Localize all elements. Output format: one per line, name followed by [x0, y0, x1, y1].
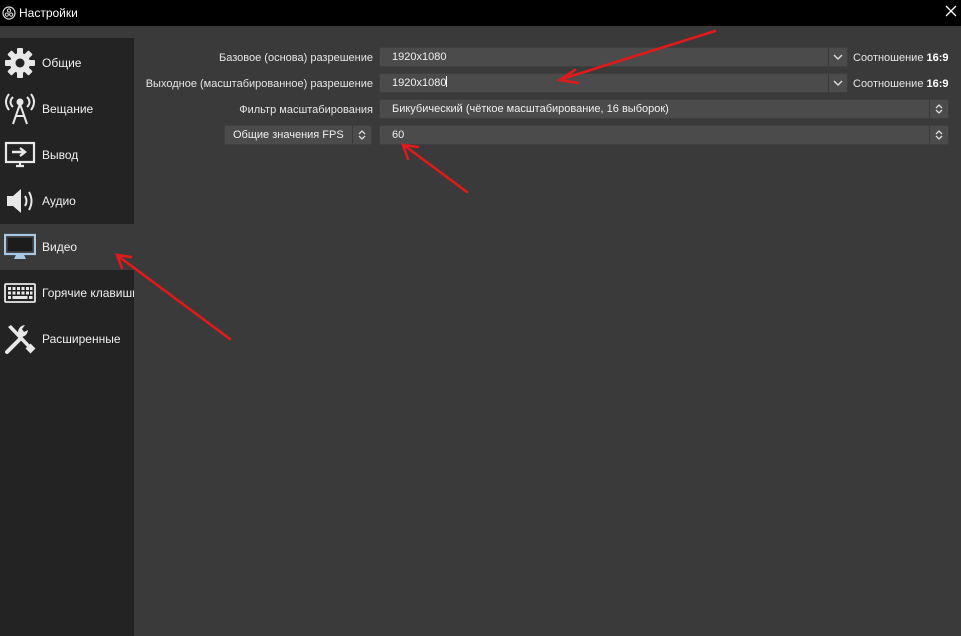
sidebar-item-label: Расширенные — [42, 332, 121, 346]
downscale-filter-value: Бикубический (чёткое масштабирование, 16… — [392, 103, 669, 115]
sidebar-item-label: Видео — [42, 240, 78, 254]
sidebar-item-label: Вещание — [42, 102, 94, 116]
sidebar-item-advanced[interactable]: Расширенные — [0, 316, 134, 362]
sidebar-item-output[interactable]: Вывод — [0, 132, 134, 178]
fps-value-select[interactable]: 60 — [379, 125, 949, 145]
updown-chevron-icon[interactable] — [929, 100, 948, 118]
title-bar: Настройки — [0, 0, 961, 26]
sidebar-item-video[interactable]: Видео — [0, 224, 134, 270]
fps-value: 60 — [392, 129, 405, 141]
fps-type-value: Общие значения FPS — [233, 129, 344, 141]
output-resolution-label: Выходное (масштабированное) разрешение — [145, 78, 373, 90]
downscale-filter-select[interactable]: Бикубический (чёткое масштабирование, 16… — [379, 99, 949, 119]
base-resolution-label: Базовое (основа) разрешение — [219, 52, 373, 64]
close-icon[interactable] — [944, 4, 958, 18]
sidebar-item-hotkeys[interactable]: Горячие клавиши — [0, 270, 134, 316]
output-aspect-ratio: Соотношение 16:9 — [853, 78, 949, 90]
keyboard-icon — [3, 276, 37, 310]
text-cursor — [446, 76, 448, 87]
output-resolution-value: 1920x1080 — [392, 77, 447, 89]
chevron-down-icon[interactable] — [828, 74, 847, 92]
downscale-filter-label: Фильтр масштабирования — [239, 104, 373, 116]
chevron-down-icon[interactable] — [828, 48, 847, 66]
output-resolution-combo[interactable]: 1920x1080 — [379, 73, 848, 93]
sidebar-item-label: Вывод — [42, 148, 79, 162]
updown-chevron-icon[interactable] — [352, 126, 371, 144]
settings-sidebar: Общие Вещание Вывод Аудио Видео Горячие … — [0, 38, 134, 636]
sidebar-item-stream[interactable]: Вещание — [0, 86, 134, 132]
window-title: Настройки — [19, 6, 78, 20]
sidebar-item-label: Горячие клавиши — [42, 286, 134, 300]
updown-chevron-icon[interactable] — [929, 126, 948, 144]
sidebar-item-label: Общие — [42, 56, 82, 70]
base-resolution-value: 1920x1080 — [392, 51, 447, 63]
tools-icon — [3, 322, 37, 356]
output-monitor-icon — [3, 138, 37, 172]
base-aspect-ratio: Соотношение 16:9 — [853, 52, 949, 64]
sidebar-item-label: Аудио — [42, 194, 76, 208]
sidebar-item-general[interactable]: Общие — [0, 40, 134, 86]
gear-icon — [3, 46, 37, 80]
base-resolution-combo[interactable]: 1920x1080 — [379, 47, 848, 67]
broadcast-antenna-icon — [3, 92, 37, 126]
fps-type-select[interactable]: Общие значения FPS — [224, 125, 372, 145]
obs-logo-icon — [2, 6, 16, 20]
speaker-icon — [3, 184, 37, 218]
monitor-icon — [3, 230, 37, 264]
sidebar-item-audio[interactable]: Аудио — [0, 178, 134, 224]
